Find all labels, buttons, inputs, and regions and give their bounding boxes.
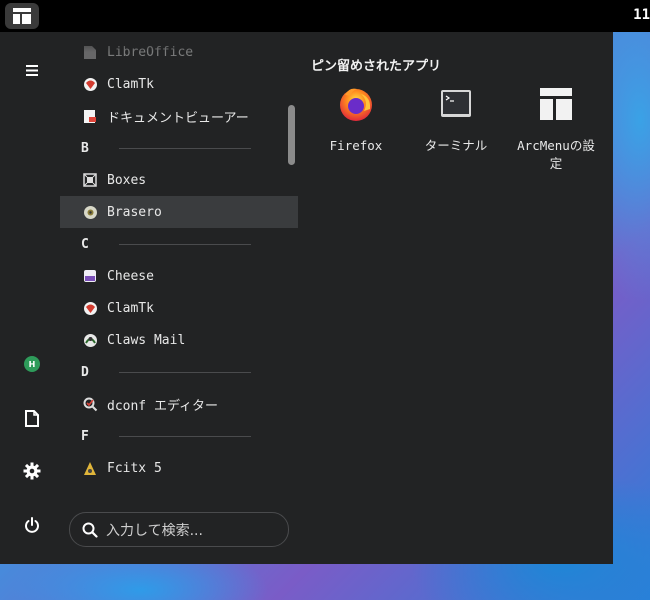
list-item-label: dconf エディター xyxy=(107,398,219,414)
pinned-app-label: ArcMenuの設定 xyxy=(517,138,595,171)
arc-menu: H LibreOffice ClamTk ドキュメントビューアー B Boxes… xyxy=(0,32,613,564)
list-item-cheese[interactable]: Cheese xyxy=(60,260,298,292)
section-header-f: F xyxy=(60,420,298,452)
hamburger-menu-button[interactable] xyxy=(16,54,48,86)
pinned-app-label: Firefox xyxy=(329,138,383,153)
settings-gear-icon xyxy=(23,462,41,480)
terminal-icon xyxy=(436,84,476,124)
section-header-b: B xyxy=(60,132,298,164)
arcmenu-settings-icon xyxy=(536,84,576,124)
list-item-clamtk-2[interactable]: ClamTk xyxy=(60,292,298,324)
list-item-dconf-editor[interactable]: dconf エディター xyxy=(60,388,298,420)
cheese-icon xyxy=(82,268,98,284)
app-list[interactable]: LibreOffice ClamTk ドキュメントビューアー B Boxes B… xyxy=(60,32,300,498)
list-item-boxes[interactable]: Boxes xyxy=(60,164,298,196)
section-divider xyxy=(119,243,251,245)
documents-icon xyxy=(25,409,39,427)
search-input[interactable]: 入力して検索... xyxy=(106,520,203,540)
pinned-app-firefox[interactable]: Firefox xyxy=(311,84,401,155)
list-item-label: Boxes xyxy=(107,172,147,188)
list-top-fade xyxy=(60,32,300,52)
section-letter: D xyxy=(81,364,89,380)
avatar: H xyxy=(24,356,40,372)
section-letter: B xyxy=(81,140,89,156)
section-letter: F xyxy=(81,428,89,444)
firefox-icon xyxy=(336,84,376,124)
section-letter: C xyxy=(81,236,89,252)
list-bottom-fade xyxy=(60,478,300,498)
list-item-label: Claws Mail xyxy=(107,332,186,348)
section-divider xyxy=(119,371,251,373)
claws-mail-icon xyxy=(82,332,98,348)
app-list-scrollbar[interactable] xyxy=(288,105,295,165)
section-divider xyxy=(119,147,251,149)
list-item-label: Brasero xyxy=(107,204,162,220)
list-item-claws-mail[interactable]: Claws Mail xyxy=(60,324,298,356)
pinned-app-terminal[interactable]: ターミナル xyxy=(411,84,501,155)
settings-button[interactable] xyxy=(16,455,48,487)
documents-button[interactable] xyxy=(16,402,48,434)
section-header-c: C xyxy=(60,228,298,260)
arcmenu-icon xyxy=(13,8,31,24)
pinned-apps-title: ピン留めされたアプリ xyxy=(311,59,442,74)
arcmenu-button[interactable] xyxy=(5,3,39,29)
top-bar: 11 xyxy=(0,0,650,32)
section-header-d: D xyxy=(60,356,298,388)
list-item-label: ClamTk xyxy=(107,76,154,92)
pinned-app-arcmenu-settings[interactable]: ArcMenuの設定 xyxy=(511,84,601,173)
document-viewer-icon xyxy=(82,108,98,124)
user-avatar-button[interactable]: H xyxy=(16,348,48,380)
search-icon xyxy=(82,522,98,538)
list-item-label: ドキュメントビューアー xyxy=(107,110,249,126)
list-item-label: Fcitx 5 xyxy=(107,460,162,476)
clock[interactable]: 11 xyxy=(633,7,650,23)
power-button[interactable] xyxy=(16,509,48,541)
hamburger-menu-icon xyxy=(26,64,38,76)
brasero-icon xyxy=(82,204,98,220)
boxes-icon xyxy=(82,172,98,188)
fcitx-icon xyxy=(82,460,98,476)
list-item-label: ClamTk xyxy=(107,300,154,316)
menu-rail: H xyxy=(0,32,62,564)
power-icon xyxy=(25,516,39,533)
list-item-label: Cheese xyxy=(107,268,154,284)
list-item-clamtk[interactable]: ClamTk xyxy=(60,68,298,100)
clamtk-icon xyxy=(82,76,98,92)
pinned-app-label: ターミナル xyxy=(424,138,488,153)
list-item-document-viewer[interactable]: ドキュメントビューアー xyxy=(60,100,298,132)
section-divider xyxy=(119,435,251,437)
clamtk-icon xyxy=(82,300,98,316)
list-item-brasero[interactable]: Brasero xyxy=(60,196,298,228)
search-box[interactable]: 入力して検索... xyxy=(69,512,289,547)
dconf-editor-icon xyxy=(82,396,98,412)
